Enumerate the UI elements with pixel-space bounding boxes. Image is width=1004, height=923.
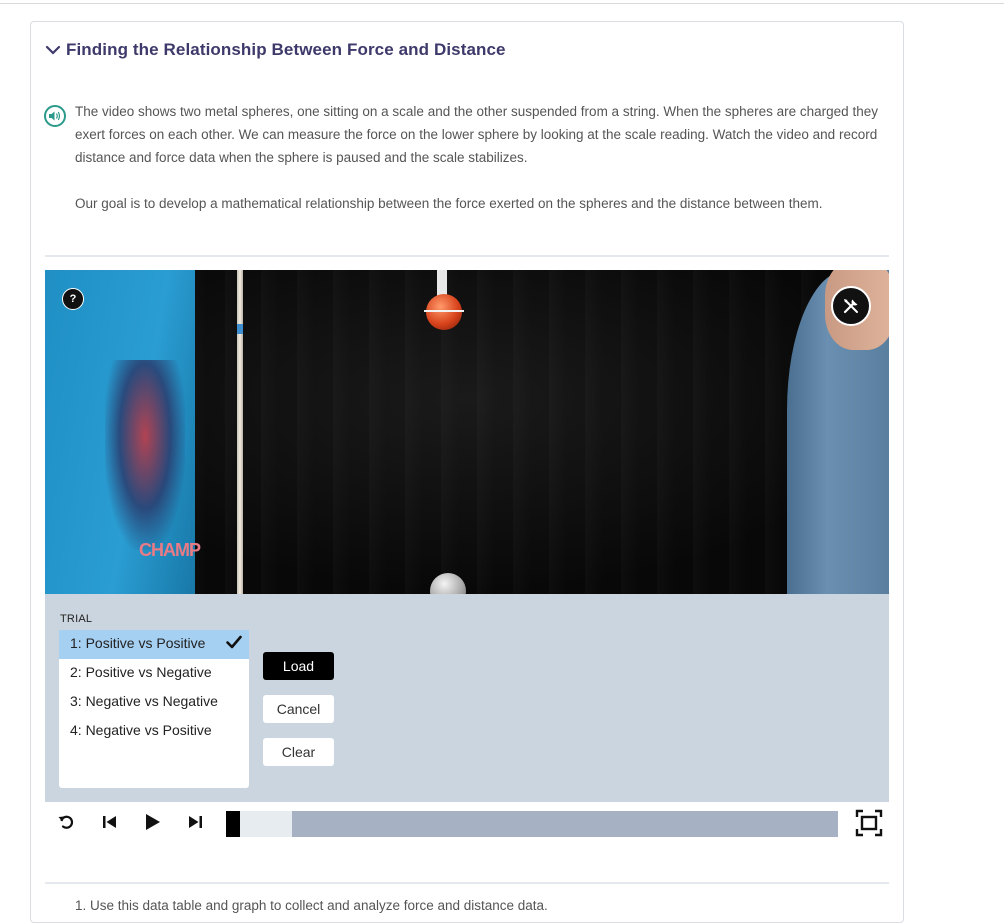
measuring-rod [237,270,243,594]
timeline-scrubber[interactable] [226,811,838,837]
cancel-button[interactable]: Cancel [263,695,334,723]
trial-item-1[interactable]: 1: Positive vs Positive [59,630,249,659]
step-back-button[interactable] [98,810,122,834]
trial-label: TRIAL [60,613,93,625]
chevron-down-icon [45,45,61,55]
audio-button[interactable] [44,105,66,127]
trial-item-3[interactable]: 3: Negative vs Negative [59,688,249,717]
question-icon: ? [69,293,77,305]
intro-text: The video shows two metal spheres, one s… [75,100,895,238]
checkmark-icon [226,635,242,649]
trial-panel: TRIAL 1: Positive vs Positive 2: Positiv… [45,594,889,802]
load-button[interactable]: Load [263,652,334,680]
content-card: Finding the Relationship Between Force a… [30,21,904,923]
replay-icon [58,815,74,829]
divider [45,255,889,257]
rod-mark [237,324,243,334]
section-toggle[interactable]: Finding the Relationship Between Force a… [45,40,506,60]
trial-item-label: 1: Positive vs Positive [70,635,206,651]
replay-button[interactable] [54,810,78,834]
divider [45,882,889,884]
step-forward-icon [189,816,202,828]
trial-item-label: 3: Negative vs Negative [70,693,218,709]
speaker-icon [49,111,61,121]
trial-item-label: 2: Positive vs Negative [70,664,212,680]
step-back-icon [103,816,116,828]
help-button[interactable]: ? [62,288,84,310]
play-button[interactable] [140,810,164,834]
tools-button[interactable] [831,286,871,326]
fullscreen-button[interactable] [854,808,884,838]
clear-button[interactable]: Clear [263,738,334,766]
intro-paragraph: The video shows two metal spheres, one s… [75,104,878,165]
trial-item-label: 4: Negative vs Positive [70,722,212,738]
play-icon [146,814,160,830]
step-forward-button[interactable] [183,810,207,834]
tools-icon [843,299,858,314]
next-item-text: 1. Use this data table and graph to coll… [75,898,548,913]
trial-item-2[interactable]: 2: Positive vs Negative [59,659,249,688]
shirt-print [105,360,185,550]
trial-list[interactable]: 1: Positive vs Positive 2: Positive vs N… [59,630,249,788]
person-left: CHAMP [45,270,201,594]
top-rule [0,3,1004,4]
goal-paragraph: Our goal is to develop a mathematical re… [75,196,823,211]
section-title: Finding the Relationship Between Force a… [66,40,506,59]
fullscreen-icon [855,809,883,837]
player-controls [45,806,889,842]
suspended-sphere [424,294,464,330]
shirt-text: CHAMP [139,540,201,560]
trial-item-4[interactable]: 4: Negative vs Positive [59,717,249,746]
timeline-handle[interactable] [226,811,240,837]
video-frame[interactable]: CHAMP ? [45,270,889,594]
